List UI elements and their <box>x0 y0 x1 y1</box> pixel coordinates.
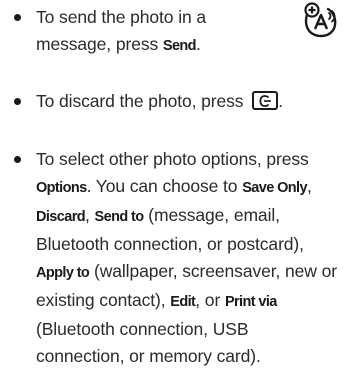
text-segment: (Bluetooth connection, USB <box>36 319 249 339</box>
key-label: Apply to <box>36 265 90 281</box>
key-label: Options <box>36 180 87 196</box>
clear-key-icon <box>252 91 279 110</box>
bullet-dot <box>14 156 21 163</box>
text-segment: , <box>306 176 312 196</box>
accessibility-feature-icon <box>302 2 340 43</box>
manual-page: To send the photo in a message, press Sen… <box>0 0 354 373</box>
text-line: Apply to (wallpaper, screensaver, new or <box>36 258 337 287</box>
bullet-text: To select other photo options, press Opti… <box>36 146 337 370</box>
text-segment: connection, or memory card). <box>36 346 261 366</box>
text-line: connection, or memory card). <box>36 343 337 370</box>
text-line: Discard, Send to (message, email, <box>36 202 337 231</box>
text-line: (Bluetooth connection, USB <box>36 316 337 343</box>
bullet-text: To discard the photo, press . <box>36 88 283 115</box>
key-label: Send <box>162 38 197 54</box>
text-line: message, press Send. <box>36 31 206 60</box>
text-segment: message, press <box>36 34 163 54</box>
key-label: Edit <box>170 294 196 310</box>
bullet-text: To send the photo in a message, press Sen… <box>36 4 206 60</box>
text-segment: , or <box>195 290 225 310</box>
text-line: existing contact), Edit, or Print via <box>36 287 337 316</box>
text-line: To send the photo in a <box>36 4 206 31</box>
text-segment: . <box>278 91 283 111</box>
text-segment: . <box>195 34 201 54</box>
bullet-dot <box>14 14 21 21</box>
text-line: Options. You can choose to Save Only, <box>36 173 337 202</box>
text-line: Bluetooth connection, or postcard), <box>36 231 337 258</box>
text-segment: . You can choose to <box>86 176 243 196</box>
text-segment: (wallpaper, screensaver, new or <box>89 261 337 281</box>
bullet-dot <box>14 98 21 105</box>
key-label: Print via <box>224 294 277 310</box>
text-line: To select other photo options, press <box>36 146 337 173</box>
key-label: Save Only <box>242 180 307 196</box>
text-segment: To send the photo in a <box>36 7 207 27</box>
text-segment: To select other photo options, press <box>36 149 309 169</box>
text-segment: (message, email, <box>143 205 280 225</box>
text-segment: Bluetooth connection, or postcard), <box>36 234 304 254</box>
text-segment: existing contact), <box>36 290 171 310</box>
key-label: Discard <box>36 209 86 225</box>
text-segment: , <box>85 205 95 225</box>
text-segment: To discard the photo, press <box>36 91 249 111</box>
text-line: To discard the photo, press . <box>36 88 283 115</box>
key-label: Send to <box>94 209 145 225</box>
